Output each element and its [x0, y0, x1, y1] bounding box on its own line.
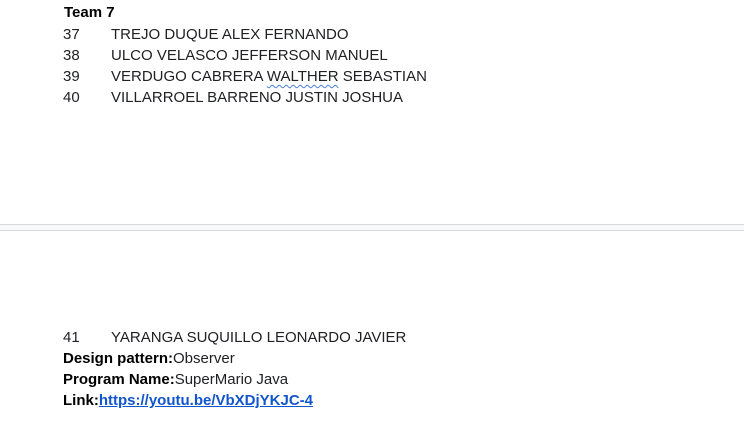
team-title: Team 7 [64, 4, 115, 21]
member-name: ULCO VELASCO JEFFERSON MANUEL [111, 47, 388, 64]
member-name-part: VERDUGO CABRERA [111, 68, 267, 85]
member-row: 38 ULCO VELASCO JEFFERSON MANUEL [63, 47, 388, 65]
member-row: 41 YARANGA SUQUILLO LEONARDO JAVIER [63, 329, 406, 347]
link-line: Link:https://youtu.be/VbXDjYKJC-4 [63, 392, 313, 410]
page-break [0, 224, 744, 231]
member-name: YARANGA SUQUILLO LEONARDO JAVIER [111, 329, 407, 346]
design-pattern-label: Design pattern: [63, 350, 174, 367]
video-link[interactable]: https://youtu.be/VbXDjYKJC-4 [99, 392, 313, 409]
member-name-part: SEBASTIAN [338, 68, 427, 85]
document-page-2: 41 YARANGA SUQUILLO LEONARDO JAVIER Desig… [0, 231, 744, 427]
design-pattern-value: Observer [173, 350, 235, 367]
member-number: 38 [63, 47, 80, 64]
design-pattern-line: Design pattern:Observer [63, 350, 235, 368]
program-name-value: SuperMario Java [174, 371, 289, 388]
member-row: 37 TREJO DUQUE ALEX FERNANDO [63, 26, 349, 44]
member-name: TREJO DUQUE ALEX FERNANDO [111, 26, 349, 43]
member-number: 39 [63, 68, 80, 85]
member-row: 39 VERDUGO CABRERA WALTHER SEBASTIAN [63, 68, 427, 86]
program-name-line: Program Name:SuperMario Java [63, 371, 288, 389]
member-number: 40 [63, 89, 80, 106]
document-page-1: Team 7 37 TREJO DUQUE ALEX FERNANDO 38 ULC… [0, 0, 744, 224]
member-name: VILLARROEL BARRENO JUSTIN JOSHUA [111, 89, 404, 106]
member-number: 37 [63, 26, 80, 43]
spellcheck-flagged-word[interactable]: WALTHER [267, 68, 339, 85]
link-label: Link: [63, 392, 99, 409]
member-number: 41 [63, 329, 80, 346]
program-name-label: Program Name: [63, 371, 175, 388]
member-row: 40 VILLARROEL BARRENO JUSTIN JOSHUA [63, 89, 403, 107]
